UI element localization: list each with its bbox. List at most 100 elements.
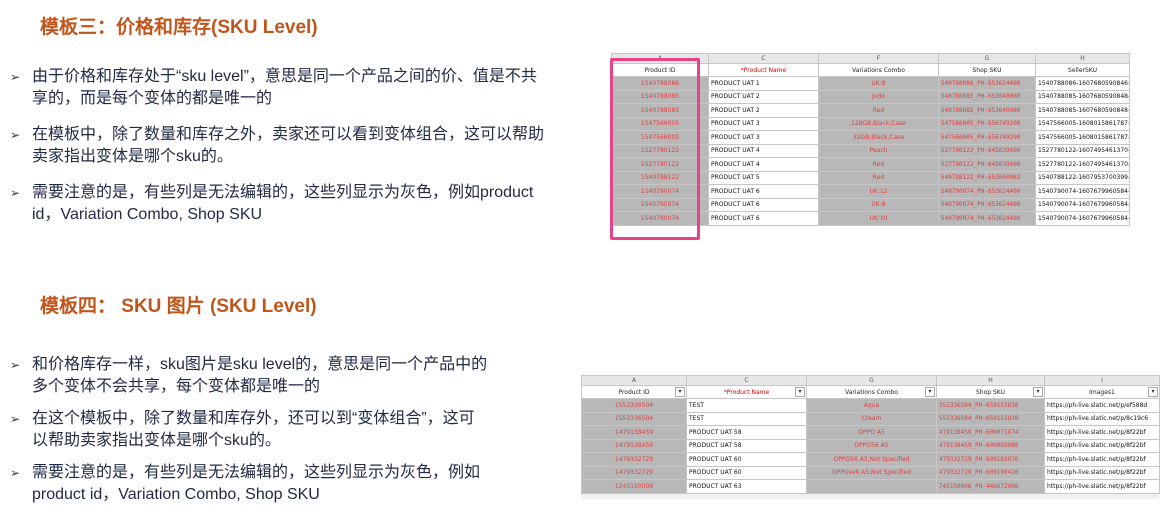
table-cell: 128GB,Black,Case (818, 116, 939, 131)
arrow-bullet-icon: ➢ (10, 358, 21, 372)
table-cell: PRODUCT UAT 3 (708, 130, 819, 145)
table-cell: 479332729_PH-609190426 (936, 465, 1045, 480)
table-row: 1552336504 TEST Cream 552336504_PH-65915183… (581, 411, 1160, 426)
header-row: Product ID*Product NameVariations ComboS… (581, 385, 1160, 399)
product-id-highlight-box (610, 58, 700, 240)
table-row: 1479332729 PRODUCT UAT 60 OPPOse6 A5,Not S… (581, 465, 1160, 480)
column-header: Shop SKU (936, 385, 1045, 399)
table-cell: PRODUCT UAT 6 (708, 197, 819, 212)
section3-title: 模板三：价格和库存(SKU Level) (40, 17, 318, 38)
table-cell: TEST (686, 411, 807, 426)
bullet-item: ➢ 需要注意的是，有些列是无法编辑的，这些列显示为灰色，例如product id… (10, 462, 490, 506)
table-cell: Red (818, 103, 939, 118)
table-cell: Cream (806, 411, 937, 426)
table-cell: 527780122_PH-645839600 (938, 157, 1036, 172)
table-cell: PRODUCT UAT 2 (708, 89, 819, 104)
table-cell: PRODUCT UAT 4 (708, 143, 819, 158)
table-cell: PRODUCT UAT 6 (708, 211, 819, 226)
column-letter: A (581, 375, 687, 386)
table-cell: OPPO A5 (806, 425, 937, 440)
table-cell: Aqua (806, 398, 937, 413)
bullet-item: ➢ 在这个模板中，除了数量和库存外，还可以到“变体组合”，这可以帮助卖家指出变体… (10, 408, 490, 452)
table-cell: https://ph-live.slatic.net/p/ef588d (1044, 398, 1160, 413)
table-cell: Red (818, 170, 939, 185)
table-cell: 1547566005-1608015861787-0 (1035, 116, 1130, 131)
column-header: Variations Combo (818, 63, 939, 77)
column-letters-row: ACGHI (581, 375, 1160, 386)
table-cell: UK:12 (818, 184, 939, 199)
table-cell: UK:8 (818, 76, 939, 91)
table-cell (806, 479, 937, 494)
table-cell: https://ph-live.slatic.net/p/8f22bf (1044, 425, 1160, 440)
table-cell: 479138459_PH-609071874 (936, 425, 1045, 440)
column-letter: I (1044, 375, 1160, 386)
column-letter: H (1035, 53, 1130, 64)
table-cell: 1540790074-1607679960584-0 (1035, 197, 1130, 212)
column-header: Images1 (1044, 385, 1160, 399)
table-row: 1552336504 TEST Aqua 552336504_PH-659151838… (581, 398, 1160, 413)
table-cell: 1540788086-1607680590846-0 (1035, 76, 1130, 91)
table-cell: PRODUCT UAT 60 (686, 465, 807, 480)
table-cell: 540788085_PH-653640080 (938, 89, 1036, 104)
table-cell: UK:10 (818, 211, 939, 226)
table-cell: PRODUCT UAT 1 (708, 76, 819, 91)
bullet-text: 需要注意的是，有些列是无法编辑的，这些列显示为灰色，例如product id，V… (32, 464, 481, 503)
table-cell: 1479138459 (581, 438, 687, 453)
bullet-item: ➢ 在模板中，除了数量和库存之外，卖家还可以看到变体组合，这可以帮助卖家指出变体… (10, 124, 550, 168)
table-cell: 1527780122-1607495461370-1 (1035, 143, 1130, 158)
section4-title: 模板四： SKU 图片 (SKU Level) (40, 296, 317, 317)
column-letter: C (708, 53, 819, 64)
table-cell: UK:8 (818, 197, 939, 212)
table-cell: PRODUCT UAT 3 (708, 116, 819, 131)
table-cell: 1479332729 (581, 452, 687, 467)
arrow-bullet-icon: ➢ (10, 186, 21, 200)
table-cell: https://ph-live.slatic.net/p/8c19c6 (1044, 411, 1160, 426)
table-cell: 1527780122-1607495461370-0 (1035, 157, 1130, 172)
bullet-text: 和价格库存一样，sku图片是sku level的，意思是同一个产品中的多个变体不… (32, 356, 488, 395)
table-row: 1479138459 PRODUCT UAT 58 OPPO A5 479138459… (581, 425, 1160, 440)
table-cell: https://ph-live.slatic.net/p/8f22bf (1044, 438, 1160, 453)
table-cell: 540790074_PH-653624400 (938, 211, 1036, 226)
table-cell: 540788122_PH-653640083 (938, 170, 1036, 185)
table-cell: OPPOse6 A5,Not Specified (806, 465, 937, 480)
column-letter: G (806, 375, 937, 386)
sku-image-spreadsheet: ACGHIProduct ID*Product NameVariations C… (581, 375, 1160, 499)
table-cell: PRODUCT UAT 4 (708, 157, 819, 172)
table-cell: PRODUCT UAT 58 (686, 425, 807, 440)
bullet-text: 需要注意的是，有些列是无法编辑的，这些列显示为灰色，例如product id，V… (32, 184, 534, 223)
column-letter: C (686, 375, 807, 386)
bullet-item: ➢ 和价格库存一样，sku图片是sku level的，意思是同一个产品中的多个变… (10, 354, 490, 398)
table-cell: https://ph-live.slatic.net/p/8f22bf (1044, 452, 1160, 467)
bullet-item: ➢ 需要注意的是，有些列是无法编辑的，这些列显示为灰色，例如product id… (10, 182, 550, 226)
table-cell: 1552336504 (581, 411, 687, 426)
table-cell: Judo (818, 89, 939, 104)
table-cell: 547566005_PH-656749200 (938, 116, 1036, 131)
table-cell: 1540788122-1607953700399-0 (1035, 170, 1130, 185)
table-cell: Peach (818, 143, 939, 158)
table-cell: 1552336504 (581, 398, 687, 413)
table-cell: 540790074_PH-653624400 (938, 197, 1036, 212)
table-cell: TEST (686, 398, 807, 413)
column-letter: G (938, 53, 1036, 64)
table-cell: 1540788085-1607680590848-0 (1035, 103, 1130, 118)
table-cell: 540788085_PH-653640080 (938, 103, 1036, 118)
table-cell: 527780122_PH-645839600 (938, 143, 1036, 158)
column-header: Shop SKU (938, 63, 1036, 77)
table-cell: https://ph-live.slatic.net/p/8f22bf (1044, 465, 1160, 480)
column-header: *Product Name (708, 63, 819, 77)
column-letter: H (936, 375, 1045, 386)
column-header: *Product Name (686, 385, 807, 399)
table-cell: 552336504_PH-659151838 (936, 398, 1045, 413)
sheet2-body: ACGHIProduct ID*Product NameVariations C… (581, 375, 1160, 494)
column-header: Product ID (581, 385, 687, 399)
table-cell: 745150006_PH-446672008 (936, 479, 1045, 494)
arrow-bullet-icon: ➢ (10, 70, 21, 84)
table-cell: 1479332729 (581, 465, 687, 480)
table-cell: OPPO56 A5 (806, 438, 937, 453)
table-cell: 479138459_PH-609069088 (936, 438, 1045, 453)
table-cell: PRODUCT UAT 2 (708, 103, 819, 118)
table-cell: 479332729_PH-609183076 (936, 452, 1045, 467)
column-letter: F (818, 53, 939, 64)
bullet-text: 在这个模板中，除了数量和库存外，还可以到“变体组合”，这可以帮助卖家指出变体是哪… (32, 410, 475, 449)
section4-bullets: ➢ 和价格库存一样，sku图片是sku level的，意思是同一个产品中的多个变… (10, 354, 490, 516)
